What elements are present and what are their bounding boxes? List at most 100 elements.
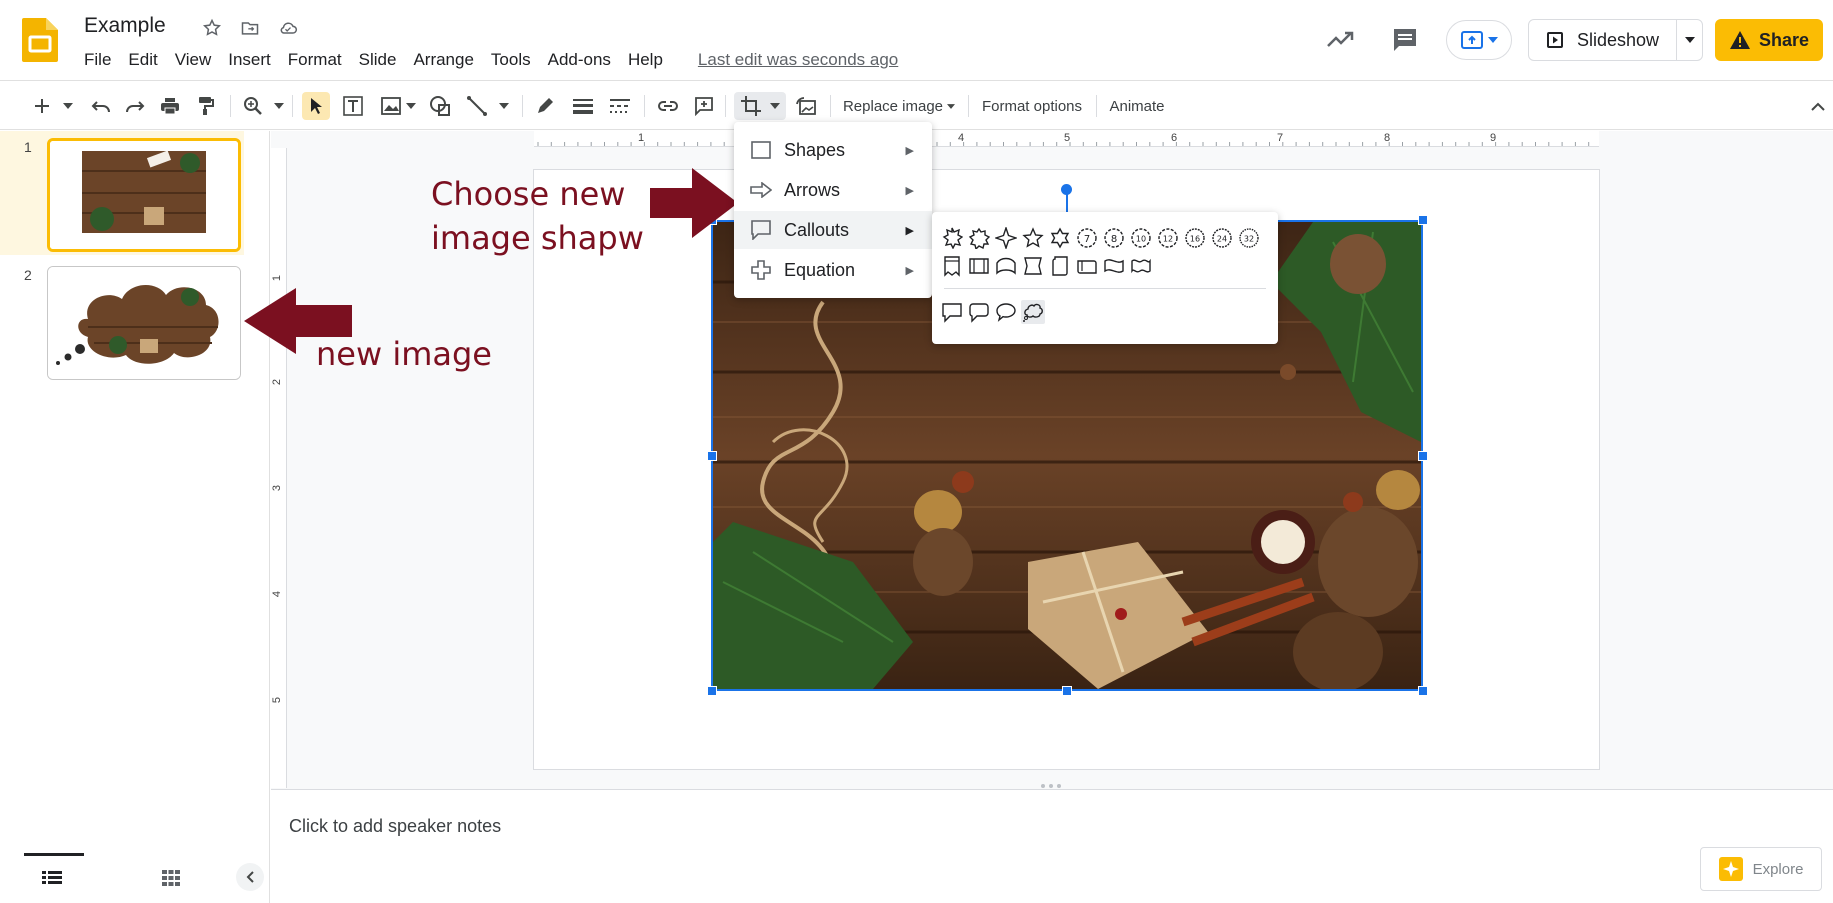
horizontal-ruler[interactable]: 1 2 3 4 5 6 7 8 9 [534,131,1599,147]
menu-tools[interactable]: Tools [491,50,540,70]
redo-icon[interactable] [122,92,148,120]
star-4-icon[interactable] [994,226,1018,250]
border-color-icon[interactable] [532,92,558,120]
submenu-arrow-icon: ▶ [905,264,914,277]
star-32-icon[interactable]: 32 [1237,226,1261,250]
resize-notes-handle[interactable] [1041,784,1067,788]
menu-item-shapes[interactable]: Shapes ▶ [734,131,932,169]
slides-logo[interactable] [22,18,58,62]
collapse-toolbar-icon[interactable] [1808,92,1828,120]
scroll-horizontal-icon[interactable] [1075,254,1099,278]
undo-icon[interactable] [88,92,114,120]
cloud-saved-icon[interactable] [276,16,300,40]
collapse-filmstrip-button[interactable] [236,863,264,891]
badge-label: 16 [1190,235,1200,244]
move-folder-icon[interactable] [238,16,262,40]
callout-rectangle-icon[interactable] [940,300,964,324]
activity-dashboard-icon[interactable] [1325,26,1355,52]
new-slide-menu-icon[interactable] [60,92,76,120]
plus-outline-icon [750,260,772,280]
select-cursor-icon[interactable] [302,92,330,120]
double-wave-icon[interactable] [1129,254,1153,278]
star-7-icon[interactable]: 7 [1075,226,1099,250]
zoom-icon[interactable] [240,92,266,120]
crop-mask-button[interactable] [734,92,786,120]
banner-icon[interactable] [1021,254,1045,278]
resize-handle-sw[interactable] [707,686,717,696]
line-menu-icon[interactable] [497,92,511,120]
text-box-icon[interactable] [340,92,366,120]
star-8-icon[interactable]: 8 [1102,226,1126,250]
resize-handle-s[interactable] [1062,686,1072,696]
filmstrip-view-icon[interactable] [42,871,62,890]
link-icon[interactable] [655,92,681,120]
explosion-2-icon[interactable] [967,226,991,250]
callout-rounded-rectangle-icon[interactable] [967,300,991,324]
last-edit-link[interactable]: Last edit was seconds ago [698,50,907,70]
slide-thumbnail-2[interactable] [47,266,241,380]
menu-view[interactable]: View [175,50,221,70]
menu-item-equation[interactable]: Equation ▶ [734,251,932,289]
callout-oval-icon[interactable] [994,300,1018,324]
menu-item-callouts[interactable]: Callouts ▶ [734,211,932,249]
doc-title[interactable]: Example [84,14,166,38]
animate-button[interactable]: Animate [1104,92,1170,120]
slideshow-button[interactable]: Slideshow [1529,20,1676,60]
zoom-menu-icon[interactable] [272,92,286,120]
speaker-notes[interactable]: Click to add speaker notes [271,784,1833,903]
menu-help[interactable]: Help [628,50,672,70]
star-6-icon[interactable] [1048,226,1072,250]
grid-view-icon[interactable] [162,870,180,891]
scroll-vertical-icon[interactable] [1048,254,1072,278]
rotate-handle[interactable] [1061,184,1072,195]
add-comment-icon[interactable] [691,92,717,120]
line-icon[interactable] [464,92,490,120]
callout-cloud-icon[interactable] [1021,300,1045,324]
present-to-meeting-button[interactable] [1446,20,1512,60]
menu-edit[interactable]: Edit [128,50,166,70]
comment-history-icon[interactable] [1391,26,1419,54]
border-weight-icon[interactable] [570,92,596,120]
curved-ribbon-icon[interactable] [994,254,1018,278]
paint-format-icon[interactable] [193,92,219,120]
star-16-icon[interactable]: 16 [1183,226,1207,250]
resize-handle-w[interactable] [707,451,717,461]
speaker-notes-placeholder[interactable]: Click to add speaker notes [289,816,501,837]
cloud-shaped-image-thumb [48,267,240,379]
slide-thumbnail-1[interactable] [47,138,241,252]
star-10-icon[interactable]: 10 [1129,226,1153,250]
menu-slide[interactable]: Slide [359,50,406,70]
border-dash-icon[interactable] [607,92,633,120]
slide-number: 2 [24,267,32,283]
slideshow-options-button[interactable] [1676,20,1702,60]
shape-icon[interactable] [427,92,453,120]
replace-image-button[interactable]: Replace image [840,92,958,120]
explore-button[interactable]: Explore [1700,847,1822,891]
star-5-icon[interactable] [1021,226,1045,250]
reset-image-icon[interactable] [793,92,819,120]
ruler-label: 9 [1490,132,1497,144]
share-button[interactable]: Share [1715,19,1823,61]
resize-handle-e[interactable] [1418,451,1428,461]
resize-handle-se[interactable] [1418,686,1428,696]
print-icon[interactable] [157,92,183,120]
new-slide-icon[interactable] [30,92,54,120]
ribbon-2-icon[interactable] [967,254,991,278]
menu-file[interactable]: File [84,50,120,70]
resize-handle-ne[interactable] [1418,215,1428,225]
star-icon[interactable] [200,16,224,40]
insert-image-icon[interactable] [378,92,404,120]
menu-insert[interactable]: Insert [228,50,280,70]
insert-image-menu-icon[interactable] [404,92,418,120]
star-12-icon[interactable]: 12 [1156,226,1180,250]
menu-addons[interactable]: Add-ons [548,50,620,70]
wave-icon[interactable] [1102,254,1126,278]
ribbon-1-icon[interactable] [940,254,964,278]
vertical-ruler[interactable]: 1 2 3 4 5 [271,148,287,788]
explosion-1-icon[interactable] [940,226,964,250]
star-24-icon[interactable]: 24 [1210,226,1234,250]
format-options-button[interactable]: Format options [976,92,1088,120]
menu-arrange[interactable]: Arrange [413,50,482,70]
menu-item-arrows[interactable]: Arrows ▶ [734,171,932,209]
menu-format[interactable]: Format [288,50,351,70]
